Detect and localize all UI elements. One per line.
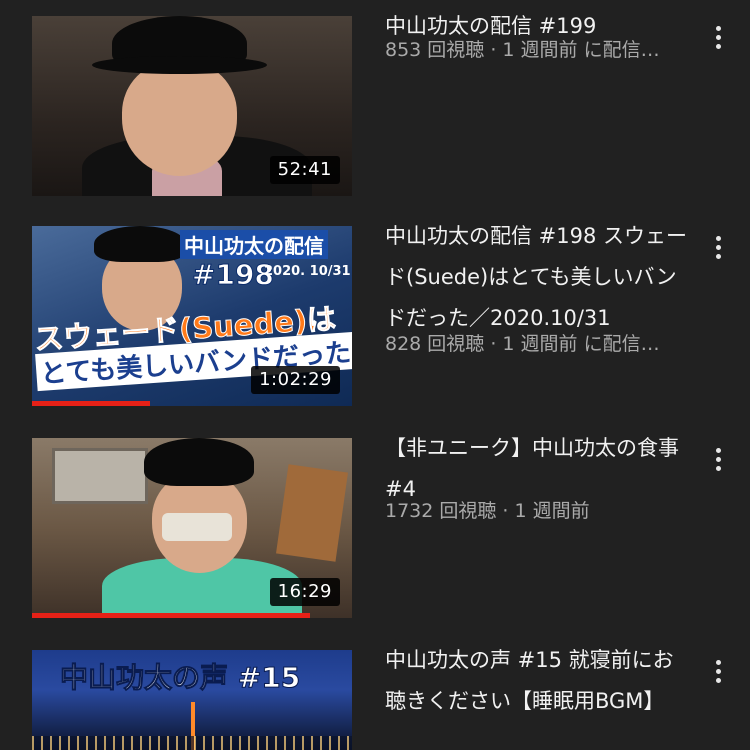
- video-item-4[interactable]: 中山功太の声 #15 中山功太の声 #15 就寝前にお聴きください【睡眠用BGM…: [0, 634, 750, 750]
- thumbnail-date: 2020. 10/31: [264, 264, 351, 279]
- hat-brim-shape: [92, 56, 267, 74]
- ceiling-vent-shape: [52, 448, 148, 504]
- city-lights-shape: [32, 736, 352, 750]
- more-vert-icon[interactable]: [704, 654, 732, 688]
- hat-shape: [94, 226, 186, 262]
- video-title[interactable]: 中山功太の配信 #198 スウェード(Suede)はとても美しいバンドだった／2…: [385, 216, 690, 339]
- video-duration: 1:02:29: [251, 366, 340, 394]
- video-thumbnail[interactable]: 52:41: [32, 16, 352, 196]
- video-title[interactable]: 中山功太の声 #15 就寝前にお聴きください【睡眠用BGM】: [385, 640, 690, 722]
- video-thumbnail[interactable]: 中山功太の配信 #198 2020. 10/31 スウェード(Suede)は と…: [32, 226, 352, 406]
- video-item-3[interactable]: 16:29 【非ユニーク】中山功太の食事 #4 1732 回視聴 · 1 週間前: [0, 422, 750, 622]
- video-title[interactable]: 【非ユニーク】中山功太の食事 #4: [385, 428, 690, 510]
- more-vert-icon[interactable]: [704, 442, 732, 476]
- video-duration: 52:41: [269, 156, 340, 184]
- face-shape: [122, 61, 237, 176]
- video-thumbnail[interactable]: 16:29: [32, 438, 352, 618]
- video-duration: 16:29: [269, 578, 340, 606]
- thumbnail-title-line1: 中山功太の声 #15: [59, 661, 301, 695]
- watch-progress-bar: [32, 613, 311, 618]
- video-item-2[interactable]: 中山功太の配信 #198 2020. 10/31 スウェード(Suede)は と…: [0, 210, 750, 410]
- video-meta: 1732 回視聴 · 1 週間前: [385, 500, 590, 522]
- poster-shape: [276, 464, 348, 562]
- hat-shape: [144, 438, 254, 486]
- thumbnail-title-line1: 中山功太の配信: [180, 230, 328, 259]
- more-vert-icon[interactable]: [704, 20, 732, 54]
- video-meta: 853 回視聴 · 1 週間前 に配信…: [385, 39, 660, 61]
- watch-progress-bar: [32, 401, 151, 406]
- video-meta: 828 回視聴 · 1 週間前 に配信…: [385, 333, 660, 355]
- more-vert-icon[interactable]: [704, 230, 732, 264]
- video-item-1[interactable]: 52:41 中山功太の配信 #199 853 回視聴 · 1 週間前 に配信…: [0, 0, 750, 200]
- video-thumbnail[interactable]: 中山功太の声 #15: [32, 650, 352, 750]
- thumbnail-episode: #198: [192, 258, 275, 292]
- food-item-shape: [162, 513, 232, 541]
